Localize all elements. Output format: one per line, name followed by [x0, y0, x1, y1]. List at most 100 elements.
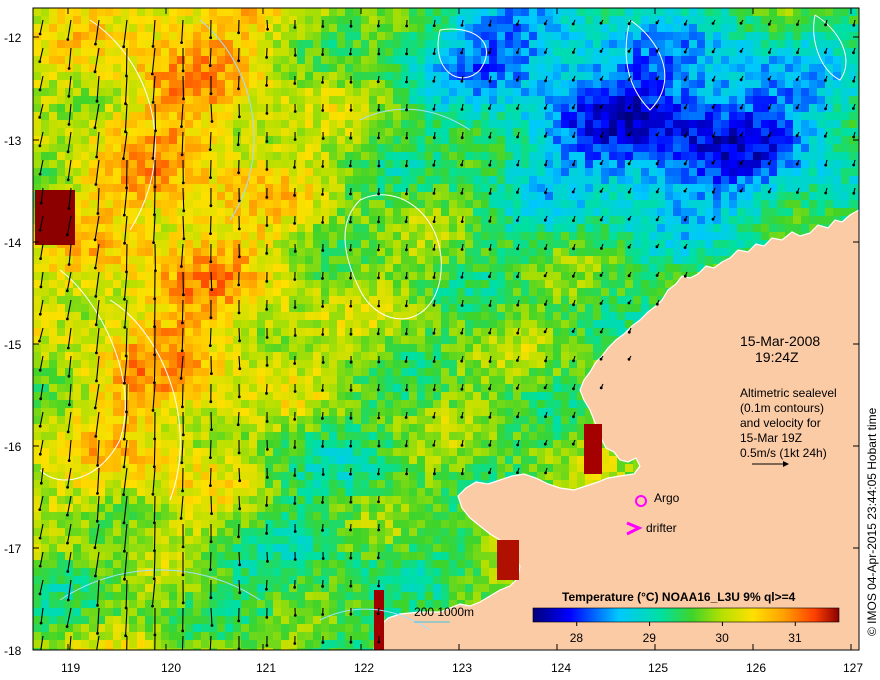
velocity-arrow-head: [93, 406, 97, 410]
velocity-arrow-head: [349, 388, 353, 392]
velocity-arrow-head: [181, 433, 185, 437]
velocity-arrow-head: [180, 349, 184, 353]
velocity-arrow-head: [38, 32, 42, 36]
velocity-arrow-head: [39, 201, 43, 205]
velocity-arrow-head: [515, 386, 519, 390]
velocity-arrow: [210, 411, 213, 430]
velocity-arrow-head: [516, 331, 520, 335]
velocity-arrow-head: [39, 285, 43, 289]
velocity-arrow-head: [627, 106, 631, 110]
date-line2: 19:24Z: [755, 349, 799, 365]
velocity-arrow-head: [66, 38, 70, 41]
lon-axis-labels: 119 120 121 122 123 124 125 126 127: [61, 661, 863, 675]
velocity-arrow-head: [238, 507, 242, 511]
velocity-arrow-head: [683, 50, 687, 54]
velocity-arrow-head: [376, 612, 380, 616]
velocity-arrow-head: [265, 587, 268, 591]
velocity-arrow-head: [627, 78, 631, 81]
velocity-arrow-head: [38, 228, 42, 232]
velocity-arrow-head: [460, 220, 464, 224]
velocity-arrow-head: [377, 584, 380, 588]
velocity-arrow-head: [265, 392, 268, 395]
annotation-line: and velocity for: [740, 416, 821, 430]
velocity-arrow-head: [122, 521, 126, 525]
velocity-arrow-head: [349, 360, 353, 364]
velocity-arrow-head: [432, 360, 436, 363]
velocity-arrow-head: [180, 125, 183, 128]
velocity-arrow-head: [321, 305, 324, 308]
velocity-arrow-head: [181, 573, 185, 577]
velocity-arrow-head: [460, 387, 464, 391]
velocity-arrow-head: [209, 92, 213, 96]
velocity-arrow-head: [488, 471, 491, 475]
velocity-arrow-head: [377, 304, 381, 308]
velocity-arrow-head: [265, 420, 269, 423]
velocity-arrow-head: [266, 27, 269, 31]
velocity-arrow-head: [348, 164, 352, 168]
velocity-arrow: [125, 243, 128, 272]
velocity-arrow-head: [38, 88, 42, 92]
velocity-arrow-head: [265, 252, 269, 255]
velocity-arrow-head: [95, 155, 98, 159]
velocity-arrow-head: [151, 101, 155, 104]
velocity-arrow-head: [66, 485, 69, 489]
velocity-arrow: [266, 551, 269, 562]
velocity-arrow-head: [543, 442, 547, 446]
velocity-arrow: [153, 355, 156, 383]
velocity-arrow-head: [209, 596, 213, 600]
velocity-arrow-head: [599, 274, 603, 277]
velocity-arrow-head: [349, 612, 353, 616]
velocity-arrow-head: [237, 31, 241, 35]
velocity-arrow-head: [66, 150, 70, 154]
velocity-arrow-head: [237, 59, 241, 63]
velocity-arrow-head: [67, 374, 71, 378]
velocity-arrow-head: [349, 332, 353, 336]
velocity-arrow-head: [65, 625, 69, 628]
velocity-arrow-head: [38, 424, 42, 428]
hot-patch-shore: [497, 540, 519, 580]
velocity-arrow-head: [321, 613, 325, 616]
velocity-arrow-head: [321, 529, 324, 532]
map-canvas: -12 -13 -14 -15 -16 -17 -18 119 120 121 …: [4, 7, 879, 675]
velocity-arrow-head: [460, 79, 464, 83]
velocity-arrow-head: [265, 84, 268, 87]
velocity-arrow-head: [266, 560, 269, 563]
velocity-arrow-head: [655, 77, 659, 81]
velocity-arrow-head: [627, 50, 631, 53]
velocity-arrow-head: [683, 189, 687, 193]
velocity-arrow-head: [209, 176, 212, 180]
velocity-arrow-head: [209, 232, 212, 236]
velocity-arrow-head: [627, 301, 631, 305]
velocity-arrow-head: [349, 416, 353, 420]
velocity-arrow-head: [209, 484, 212, 487]
argo-label: Argo: [654, 491, 680, 505]
velocity-arrow-head: [599, 330, 603, 334]
velocity-arrow-head: [181, 181, 185, 185]
velocity-arrow-head: [404, 360, 408, 363]
velocity-arrow-head: [516, 275, 519, 279]
velocity-arrow-head: [321, 25, 325, 28]
velocity-arrow-head: [237, 199, 241, 203]
velocity-arrow-head: [66, 598, 70, 602]
velocity-arrow-head: [515, 78, 519, 82]
velocity-arrow-head: [265, 56, 268, 59]
velocity-arrow-head: [711, 217, 715, 221]
velocity-arrow-head: [599, 302, 603, 305]
velocity-arrow-head: [377, 192, 380, 196]
velocity-arrow-head: [209, 540, 213, 544]
velocity-arrow-head: [208, 148, 212, 152]
velocity-arrow-head: [544, 471, 547, 475]
velocity-arrow-head: [460, 304, 464, 307]
velocity-arrow-head: [293, 558, 297, 561]
velocity-arrow-head: [38, 116, 42, 119]
velocity-arrow-head: [852, 51, 855, 55]
velocity-arrow-head: [125, 663, 128, 666]
velocity-arrow-head: [404, 276, 408, 280]
velocity-arrow-head: [38, 508, 42, 511]
lon-label: 121: [256, 661, 276, 675]
velocity-arrow-head: [181, 489, 185, 493]
velocity-arrow-head: [293, 362, 297, 365]
velocity-arrow-head: [293, 334, 297, 337]
velocity-arrow-head: [293, 138, 297, 141]
velocity-arrow-head: [154, 129, 157, 133]
